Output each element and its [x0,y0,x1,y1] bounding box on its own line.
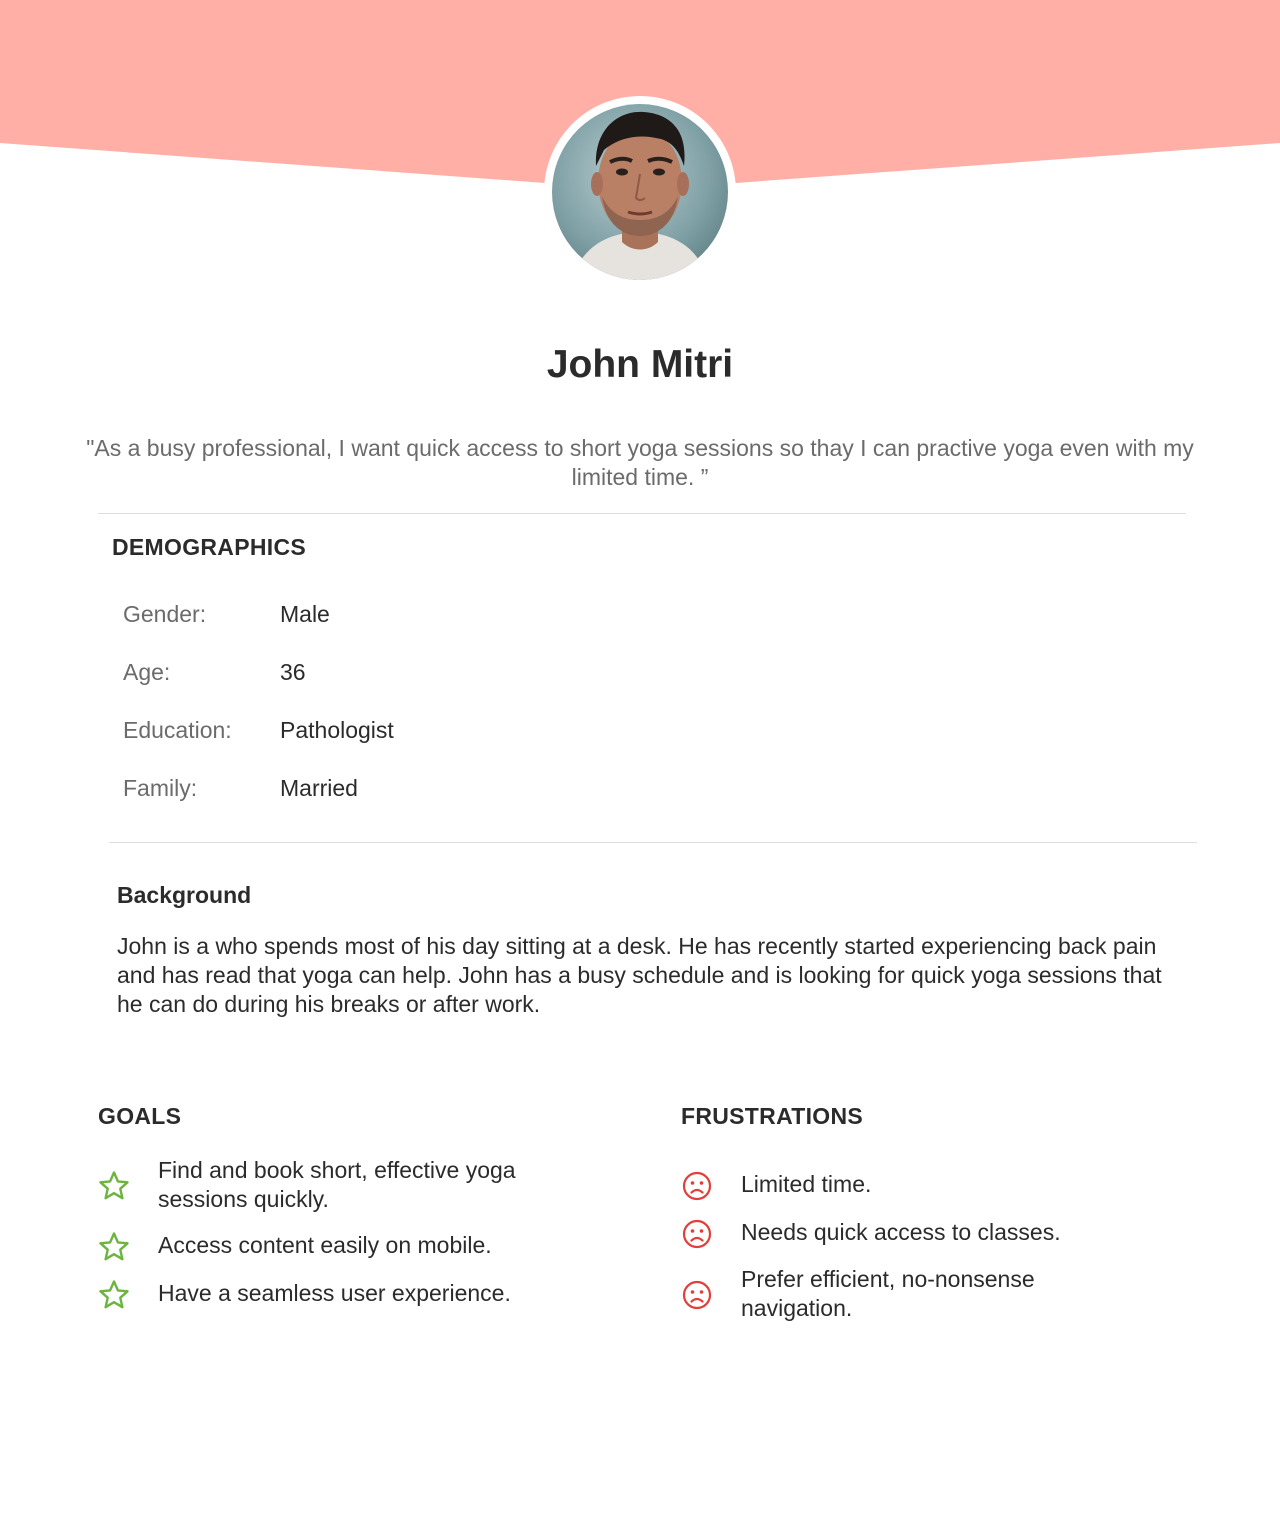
demographics-value: 36 [280,659,306,685]
star-outline-icon [99,1280,129,1309]
divider-top [98,513,1186,514]
frustration-text: Prefer efficient, no-nonsense navigation… [741,1266,1035,1321]
frustration-text: Needs quick access to classes. [741,1219,1061,1245]
demographics-value: Married [280,775,358,801]
demographics-title: DEMOGRAPHICS [112,534,307,560]
sad-face-icon [682,1280,712,1310]
star-outline-icon [99,1171,129,1200]
avatar [544,96,736,288]
goal-text: Have a seamless user experience. [158,1280,511,1306]
goal-text: Find and book short, effective yoga sess… [158,1157,516,1212]
star-outline-icon [99,1232,129,1261]
frustration-text: Limited time. [741,1171,872,1197]
frustrations-title: FRUSTRATIONS [681,1103,864,1129]
goal-text: Access content easily on mobile. [158,1232,492,1258]
background-text: John is a who spends most of his day sit… [117,933,1162,1017]
avatar-photo [552,104,728,280]
demographics-value: Male [280,601,330,627]
persona-name: John Mitri [546,343,734,386]
demographics-label: Family: [123,775,198,801]
person-portrait-icon [572,111,708,280]
sad-face-icon [682,1171,712,1201]
demographics-label: Education: [123,717,232,743]
persona-quote: "As a busy professional, I want quick ac… [86,435,1194,490]
demographics-value: Pathologist [280,717,394,743]
demographics-label: Gender: [123,601,207,627]
goals-title: GOALS [98,1103,182,1129]
sad-face-icon [682,1219,712,1249]
divider-middle [109,842,1197,843]
demographics-label: Age: [123,659,171,685]
background-title: Background [117,882,252,908]
